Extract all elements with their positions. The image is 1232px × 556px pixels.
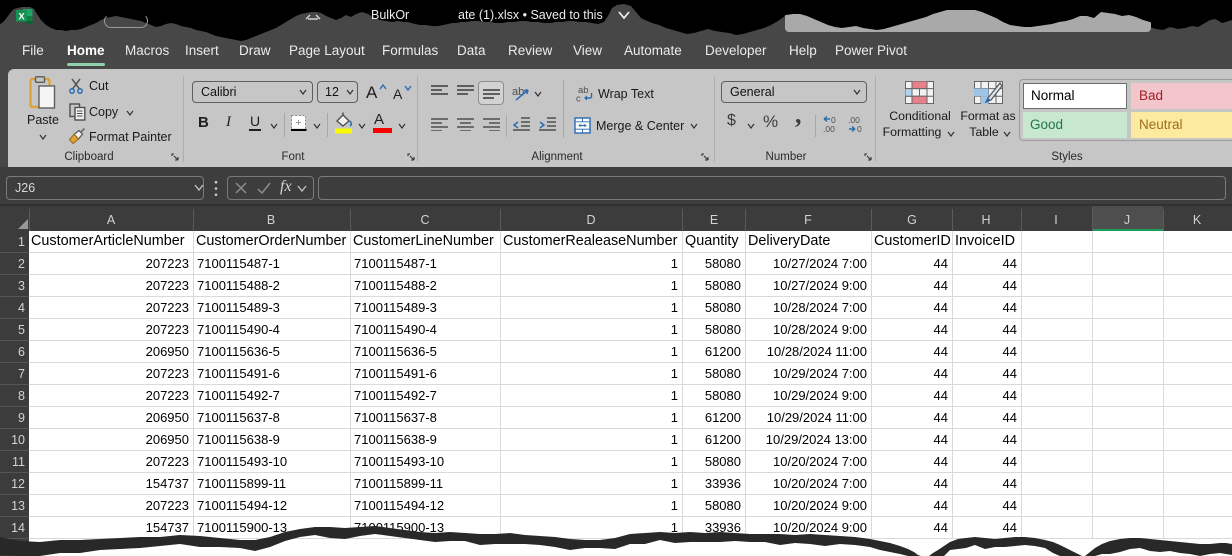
svg-text:0: 0 [857, 124, 862, 133]
svg-text:ab: ab [512, 86, 524, 98]
svg-text:.00: .00 [823, 124, 835, 133]
svg-text:c: c [576, 94, 581, 103]
svg-text:X: X [18, 12, 25, 23]
